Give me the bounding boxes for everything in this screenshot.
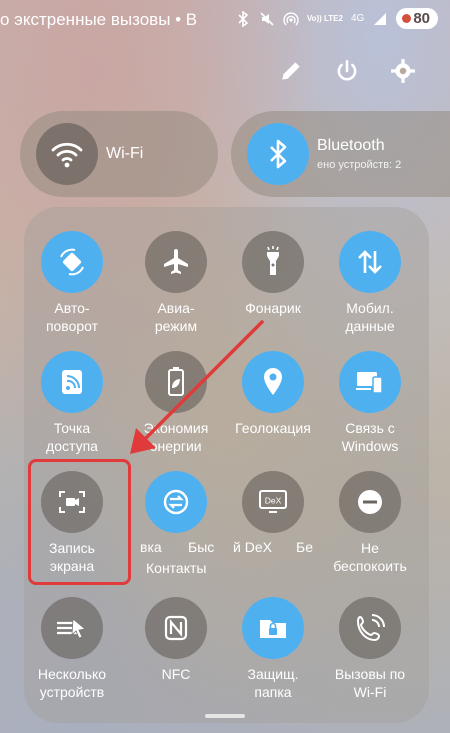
link-windows-button[interactable]	[339, 351, 401, 413]
location-button[interactable]	[242, 351, 304, 413]
wifi-tile[interactable]: Wi-Fi	[20, 111, 218, 197]
tile-dnd[interactable]: Не беспокоить	[322, 471, 418, 575]
mobile-data-icon	[358, 250, 382, 274]
wifi-label: Wi-Fi	[106, 145, 144, 162]
bluetooth-sub: ено устройств: 2	[317, 159, 402, 171]
tile-mobile-data[interactable]: Мобил. данные	[322, 231, 418, 335]
mobile-data-button[interactable]	[339, 231, 401, 293]
tile-autorotate[interactable]: Авто-поворот	[24, 231, 120, 335]
tile-quick-share[interactable]	[128, 471, 224, 533]
bluetooth-icon	[238, 10, 249, 27]
secure-folder-label: Защищ. папка	[247, 666, 299, 700]
status-text: о экстренные вызовы • В	[0, 10, 198, 29]
quick-share-icon	[163, 489, 189, 515]
tile-location[interactable]: Геолокация	[225, 351, 321, 437]
power-icon[interactable]	[334, 58, 360, 84]
power-saving-label: Экономия энергии	[143, 420, 209, 454]
mute-icon	[260, 11, 274, 26]
highlight-box	[28, 459, 131, 585]
power-saving-button[interactable]	[145, 351, 207, 413]
wifi-calling-icon	[356, 614, 385, 642]
quick-share-label-part1: вка	[140, 539, 162, 555]
nfc-icon	[164, 615, 188, 641]
tile-hotspot[interactable]: Точка доступа	[24, 351, 120, 455]
multi-device-button[interactable]	[41, 597, 103, 659]
quick-share-button[interactable]	[145, 471, 207, 533]
location-pin-icon	[264, 368, 282, 395]
hotspot-icon	[283, 11, 299, 25]
tile-multi-device[interactable]: Несколько устройств	[24, 597, 120, 701]
hotspot-button[interactable]	[41, 351, 103, 413]
wifi-icon	[51, 142, 83, 168]
multi-device-icon	[57, 618, 86, 639]
flashlight-label: Фонарик	[245, 300, 301, 316]
tile-dex[interactable]: DeX	[225, 471, 321, 533]
bluetooth-toggle[interactable]	[247, 123, 309, 185]
status-bar: о экстренные вызовы • В Vo)) LTE2 4G 80	[0, 0, 450, 38]
airplane-label: Авиа-режим	[154, 300, 198, 334]
dex-label-part2: Бе	[296, 539, 313, 555]
dnd-label: Не беспокоить	[333, 540, 407, 574]
airplane-icon	[164, 249, 188, 274]
hotspot-label: Точка доступа	[46, 420, 98, 454]
bluetooth-tile[interactable]: Bluetooth ено устройств: 2	[231, 111, 450, 197]
network-indicator: Vo)) LTE2	[306, 13, 343, 23]
wifi-calling-button[interactable]	[339, 597, 401, 659]
battery-leaf-icon	[168, 367, 184, 396]
mobile-data-label: Мобил. данные	[345, 300, 395, 334]
tile-flashlight[interactable]: Фонарик	[225, 231, 321, 317]
dex-button[interactable]: DeX	[242, 471, 304, 533]
battery-dot-icon	[402, 14, 412, 23]
autorotate-label: Авто-поворот	[45, 300, 99, 334]
autorotate-icon	[60, 248, 84, 276]
secure-folder-icon	[260, 620, 286, 638]
dnd-icon	[358, 490, 382, 514]
hotspot-file-icon	[62, 370, 82, 394]
status-icons: Vo)) LTE2 4G 80	[235, 8, 438, 29]
secure-folder-button[interactable]	[242, 597, 304, 659]
contacts-label: Контакты	[146, 560, 207, 576]
settings-icon[interactable]	[390, 58, 416, 84]
bluetooth-icon	[270, 139, 287, 169]
wifi-toggle[interactable]	[36, 123, 98, 185]
tile-secure-folder[interactable]: Защищ. папка	[225, 597, 321, 701]
nfc-label: NFC	[161, 666, 191, 682]
tile-wifi-calling[interactable]: Вызовы по Wi-Fi	[322, 597, 418, 701]
quick-share-label-part2: Быс	[188, 539, 215, 555]
tile-link-windows[interactable]: Связь с Windows	[322, 351, 418, 455]
dex-icon: DeX	[259, 490, 287, 513]
signal-icon	[374, 12, 387, 25]
wifi-calling-label: Вызовы по Wi-Fi	[334, 666, 406, 700]
link-windows-icon	[356, 372, 383, 394]
tile-nfc[interactable]: NFC	[128, 597, 224, 683]
bluetooth-label: Bluetooth	[317, 137, 385, 154]
nfc-button[interactable]	[145, 597, 207, 659]
battery-badge: 80	[396, 8, 438, 29]
svg-text:DeX: DeX	[265, 496, 282, 506]
panel-handle[interactable]	[205, 714, 245, 718]
dnd-button[interactable]	[339, 471, 401, 533]
network-gen: 4G	[350, 13, 365, 24]
link-windows-label: Связь с Windows	[341, 420, 399, 454]
header-actions	[278, 58, 416, 84]
flashlight-button[interactable]	[242, 231, 304, 293]
dex-label-part1: й DeX	[233, 539, 272, 555]
edit-icon[interactable]	[278, 58, 304, 84]
multi-device-label: Несколько устройств	[37, 666, 107, 700]
tile-airplane[interactable]: Авиа-режим	[128, 231, 224, 335]
tile-power-saving[interactable]: Экономия энергии	[128, 351, 224, 455]
flashlight-icon	[267, 246, 279, 275]
airplane-button[interactable]	[145, 231, 207, 293]
location-label: Геолокация	[235, 420, 311, 436]
autorotate-button[interactable]	[41, 231, 103, 293]
